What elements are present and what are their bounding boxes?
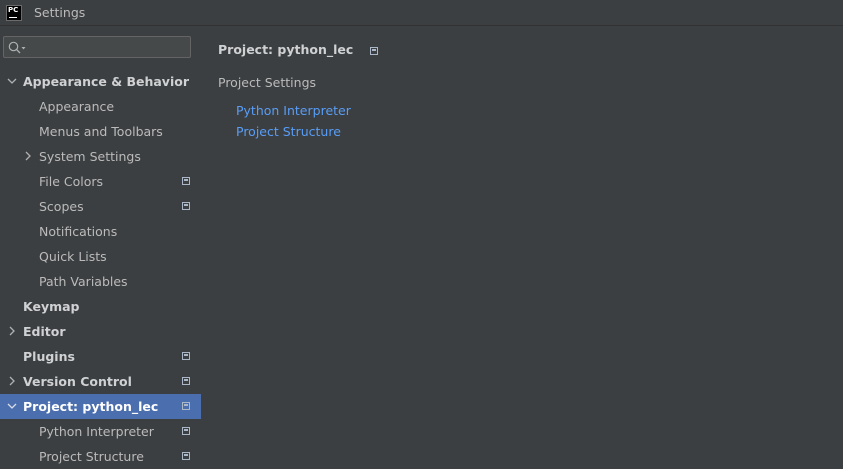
project-level-icon xyxy=(182,352,190,360)
tree-item-label: Path Variables xyxy=(39,274,128,289)
settings-tree: Appearance & Behavior Appearance Menus a… xyxy=(0,69,201,469)
chevron-right-icon[interactable] xyxy=(6,375,18,387)
project-structure-link[interactable]: Project Structure xyxy=(236,124,341,139)
tree-item-label: Menus and Toolbars xyxy=(39,124,163,139)
tree-item-project[interactable]: Project: python_lec xyxy=(0,394,201,419)
tree-item-label: Notifications xyxy=(39,224,118,239)
tree-item-label: Python Interpreter xyxy=(39,424,154,439)
tree-item-file-colors[interactable]: File Colors xyxy=(0,169,201,194)
tree-item-path-variables[interactable]: Path Variables xyxy=(0,269,201,294)
project-level-icon xyxy=(182,402,190,410)
tree-item-python-interpreter[interactable]: Python Interpreter xyxy=(0,419,201,444)
project-level-icon xyxy=(182,177,190,185)
tree-item-quick-lists[interactable]: Quick Lists xyxy=(0,244,201,269)
tree-item-project-structure[interactable]: Project Structure xyxy=(0,444,201,469)
tree-item-label: Editor xyxy=(23,324,66,339)
project-level-icon xyxy=(369,46,378,55)
search-input[interactable] xyxy=(3,36,191,58)
tree-item-label: Appearance xyxy=(39,99,115,114)
settings-sidebar: Appearance & Behavior Appearance Menus a… xyxy=(0,26,201,469)
search-icon xyxy=(8,41,26,54)
tree-item-keymap[interactable]: Keymap xyxy=(0,294,201,319)
tree-item-editor[interactable]: Editor xyxy=(0,319,201,344)
window-title: Settings xyxy=(34,5,86,20)
tree-item-scopes[interactable]: Scopes xyxy=(0,194,201,219)
chevron-right-icon[interactable] xyxy=(22,150,34,162)
tree-item-notifications[interactable]: Notifications xyxy=(0,219,201,244)
tree-item-label: Plugins xyxy=(23,349,75,364)
logo-text: PC xyxy=(8,5,19,14)
tree-item-label: Keymap xyxy=(23,299,80,314)
tree-item-label: Version Control xyxy=(23,374,132,389)
tree-item-label: File Colors xyxy=(39,174,104,189)
settings-content-panel: Project: python_lec Project Settings Pyt… xyxy=(201,26,843,469)
tree-item-appearance[interactable]: Appearance xyxy=(0,94,201,119)
chevron-right-icon[interactable] xyxy=(6,325,18,337)
chevron-down-icon[interactable] xyxy=(6,400,18,412)
tree-item-label: Quick Lists xyxy=(39,249,107,264)
section-title: Project Settings xyxy=(218,75,317,90)
title-bar: PC Settings xyxy=(0,0,843,26)
pycharm-logo-icon: PC xyxy=(6,4,22,21)
tree-item-version-control[interactable]: Version Control xyxy=(0,369,201,394)
project-level-icon xyxy=(182,427,190,435)
tree-item-system-settings[interactable]: System Settings xyxy=(0,144,201,169)
python-interpreter-link[interactable]: Python Interpreter xyxy=(236,103,351,118)
tree-item-appearance-behavior[interactable]: Appearance & Behavior xyxy=(0,69,201,94)
project-level-icon xyxy=(182,202,190,210)
tree-item-menus-toolbars[interactable]: Menus and Toolbars xyxy=(0,119,201,144)
page-title: Project: python_lec xyxy=(218,42,378,57)
tree-item-label: Project Structure xyxy=(39,449,144,464)
tree-item-label: Scopes xyxy=(39,199,84,214)
tree-item-plugins[interactable]: Plugins xyxy=(0,344,201,369)
tree-item-label: System Settings xyxy=(39,149,141,164)
project-level-icon xyxy=(182,452,190,460)
tree-item-label: Project: python_lec xyxy=(23,399,159,414)
tree-item-label: Appearance & Behavior xyxy=(23,74,189,89)
project-level-icon xyxy=(182,377,190,385)
page-title-text: Project: python_lec xyxy=(218,42,354,57)
chevron-down-icon[interactable] xyxy=(6,75,18,87)
